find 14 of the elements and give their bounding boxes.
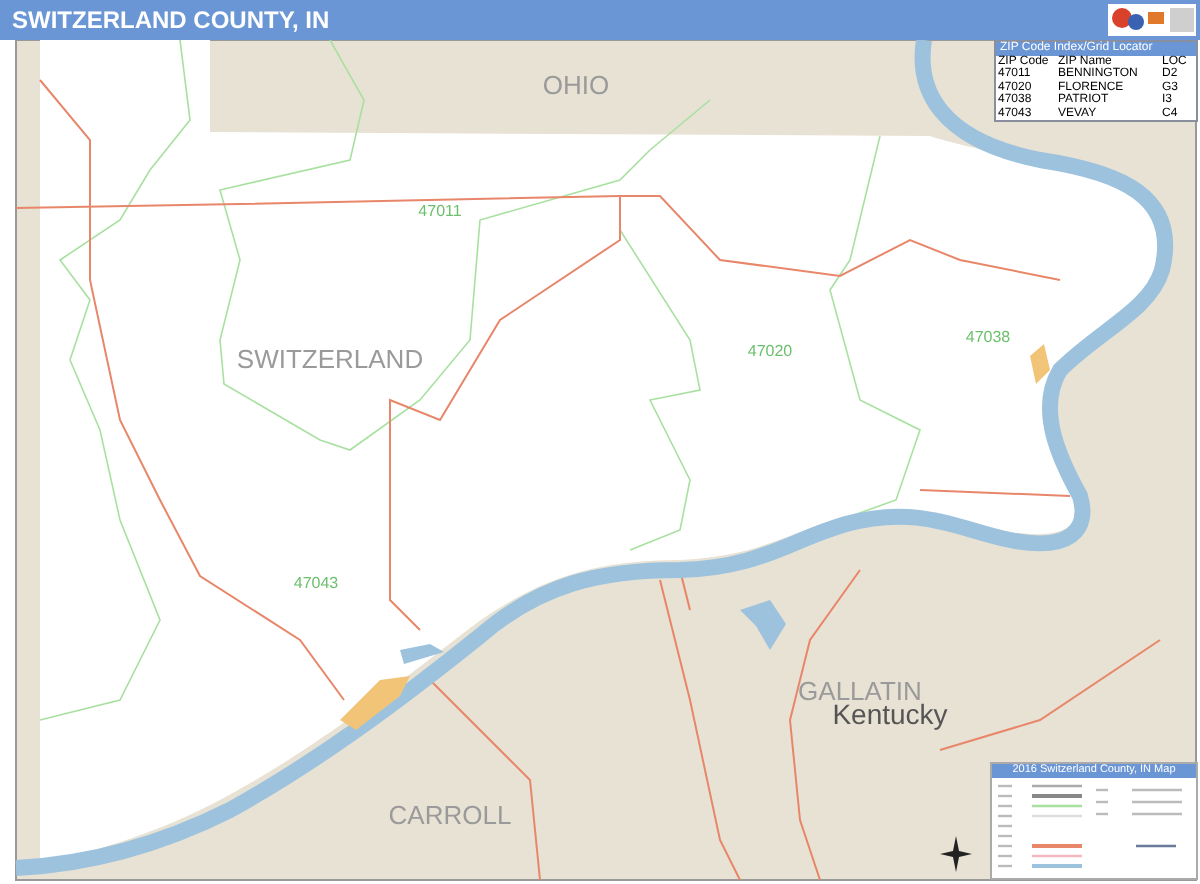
map-label: OHIO <box>542 70 610 100</box>
map-label: 47020 <box>747 342 793 360</box>
town-area <box>340 676 410 730</box>
logo-drawing <box>1108 4 1196 36</box>
lake <box>740 600 786 650</box>
map-label: 47038 <box>965 328 1011 346</box>
map-label: SWITZERLAND <box>236 344 424 374</box>
lake <box>400 644 444 664</box>
compass-icon <box>940 836 972 872</box>
town-area <box>1030 344 1050 384</box>
map-label: 47011 <box>418 202 462 220</box>
map-label: CARROLL <box>388 800 512 830</box>
map-label: 47043 <box>293 574 339 592</box>
map-title: SWITZERLAND COUNTY, IN <box>12 6 330 34</box>
